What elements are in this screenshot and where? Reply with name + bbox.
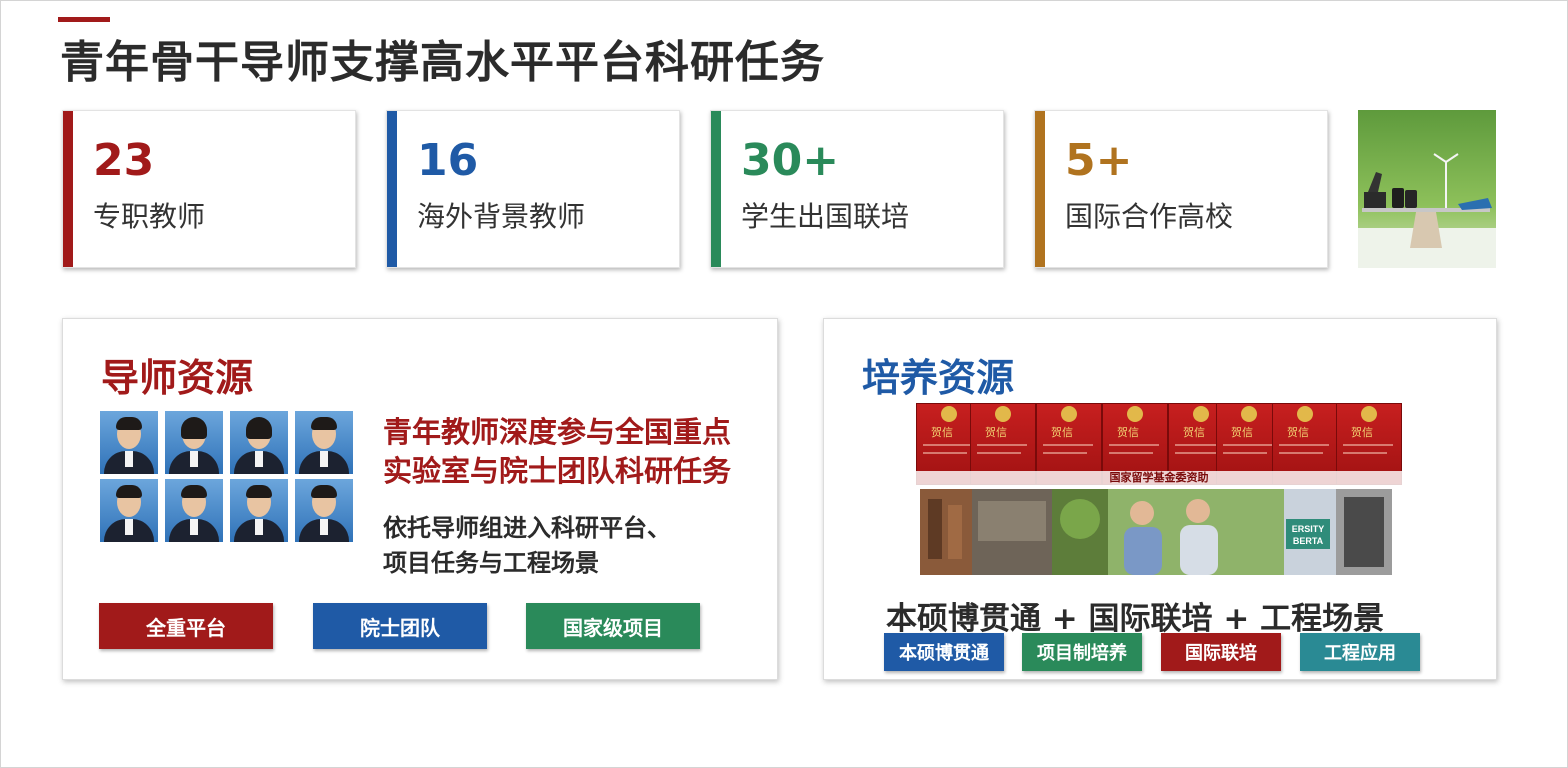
mentor-photo	[100, 411, 158, 474]
stat-label: 海外背景教师	[417, 200, 586, 233]
letter-heading: 贺信	[1051, 426, 1073, 439]
letter-heading: 贺信	[1287, 426, 1309, 439]
mentor-headline-line: 实验室与院士团队科研任务	[383, 454, 732, 489]
mentor-subtext-line: 项目任务与工程场景	[383, 548, 599, 577]
letter-banner: 国家留学基金委资助	[916, 471, 1402, 485]
letter-heading: 贺信	[985, 426, 1007, 439]
stat-card-faculty: 23 专职教师	[62, 110, 356, 268]
panel-title: 导师资源	[101, 356, 254, 400]
tag-project-based-training: 项目制培养	[1022, 633, 1142, 671]
stat-number: 30+	[741, 135, 840, 186]
title-accent-bar	[58, 17, 110, 22]
international-campus-photo-strip: ERSITY BERTA	[920, 489, 1392, 575]
svg-text:ERSITY: ERSITY	[1292, 524, 1325, 534]
mentor-photo	[230, 411, 288, 474]
stat-accent-bar	[1035, 111, 1045, 267]
letter-heading: 贺信	[1117, 426, 1139, 439]
mentor-headline-line: 青年教师深度参与全国重点	[383, 415, 732, 449]
svg-text:BERTA: BERTA	[1293, 536, 1324, 546]
stat-number: 5+	[1065, 135, 1133, 186]
mentor-headline: 青年教师深度参与全国重点 实验室与院士团队科研任务	[383, 413, 731, 491]
mentor-photo	[295, 411, 353, 474]
energy-balance-image	[1358, 110, 1496, 268]
tag-national-project: 国家级项目	[526, 603, 700, 649]
congratulation-letters-image: 贺信 贺信 贺信 贺信 贺信 贺信 贺信 贺信 国家留学基金委资助	[916, 403, 1402, 485]
mentor-resources-panel: 导师资源 青年教师深度参与全国重点 实验室与院士团队科研任务 依托导师组进入科研…	[62, 318, 778, 680]
letter-heading: 贺信	[931, 426, 953, 439]
training-resources-panel: 培养资源 贺信 贺信 贺信 贺信 贺信 贺信 贺信 贺信 国家留学基金委资助 E…	[823, 318, 1497, 680]
page-title: 青年骨干导师支撑高水平平台科研任务	[60, 37, 825, 88]
mentor-photo	[100, 479, 158, 542]
mentor-photo-grid	[100, 411, 358, 543]
stat-accent-bar	[63, 111, 73, 267]
stat-number: 23	[93, 135, 155, 186]
mentor-photo	[230, 479, 288, 542]
stat-label: 学生出国联培	[741, 200, 910, 233]
tag-academician-team: 院士团队	[313, 603, 487, 649]
training-slogan: 本硕博贯通 + 国际联培 + 工程场景	[886, 601, 1385, 637]
tag-engineering-application: 工程应用	[1300, 633, 1420, 671]
letter-heading: 贺信	[1351, 426, 1373, 439]
banner-text: 国家留学基金委资助	[1109, 471, 1209, 484]
panel-title: 培养资源	[862, 356, 1015, 400]
stat-accent-bar	[711, 111, 721, 267]
mentor-subtext: 依托导师组进入科研平台、 项目任务与工程场景	[383, 511, 671, 581]
stat-card-overseas: 16 海外背景教师	[386, 110, 680, 268]
stat-card-students-abroad: 30+ 学生出国联培	[710, 110, 1004, 268]
letter-heading: 贺信	[1183, 426, 1205, 439]
letter-heading: 贺信	[1231, 426, 1253, 439]
mentor-photo	[295, 479, 353, 542]
stat-label: 专职教师	[93, 200, 206, 233]
stat-label: 国际合作高校	[1065, 200, 1234, 233]
mentor-photo	[165, 411, 223, 474]
tag-international-joint-training: 国际联培	[1161, 633, 1281, 671]
stat-accent-bar	[387, 111, 397, 267]
tag-integrated-degree: 本硕博贯通	[884, 633, 1004, 671]
mentor-subtext-line: 依托导师组进入科研平台、	[383, 514, 671, 542]
tag-national-key-lab: 全重平台	[99, 603, 273, 649]
stat-number: 16	[417, 135, 479, 186]
stat-card-partner-universities: 5+ 国际合作高校	[1034, 110, 1328, 268]
mentor-photo	[165, 479, 223, 542]
